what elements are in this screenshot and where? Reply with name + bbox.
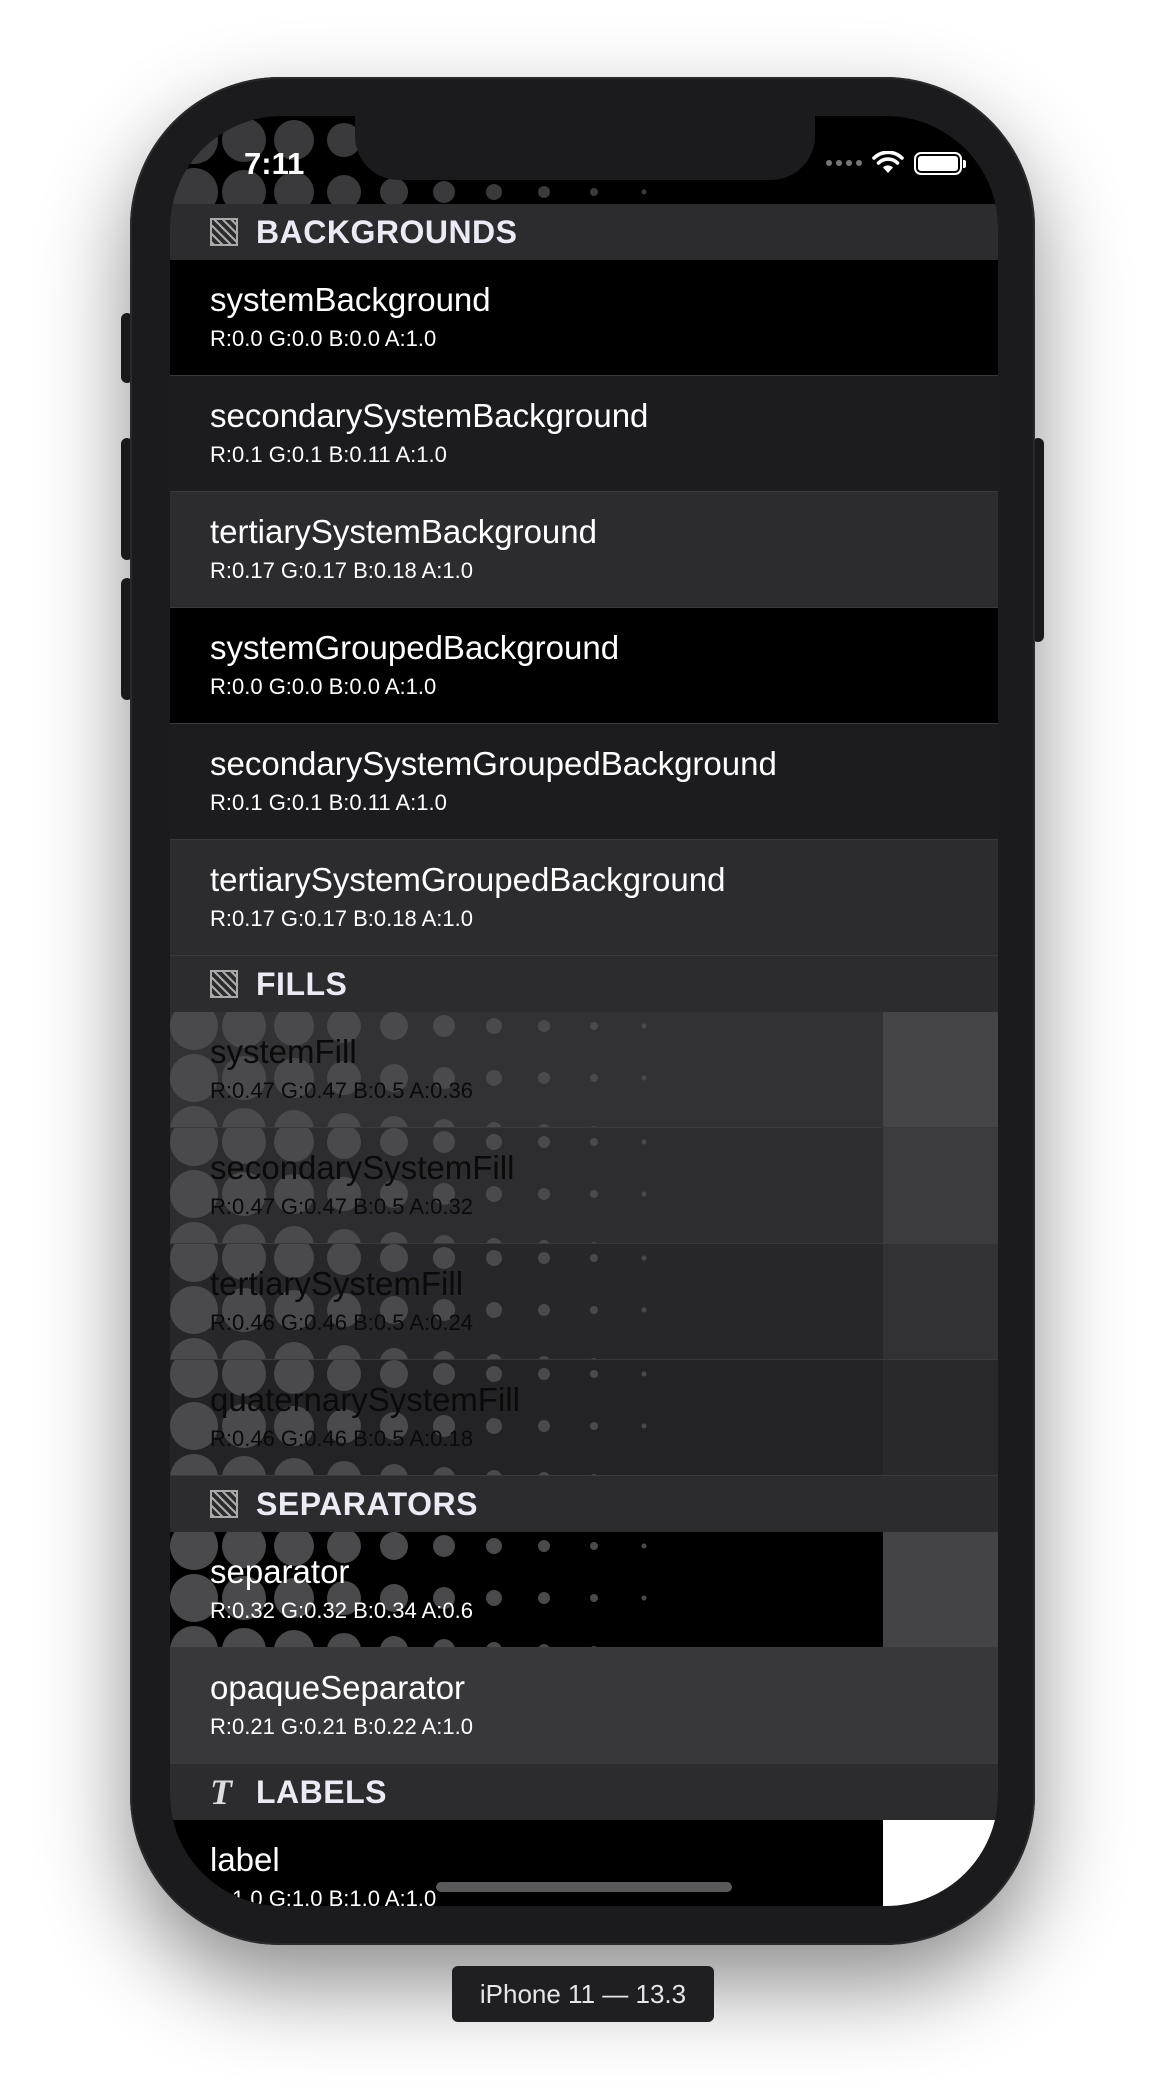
color-name: secondarySystemGroupedBackground xyxy=(210,745,777,782)
color-values: R:0.17 G:0.17 B:0.18 A:1.0 xyxy=(210,906,473,931)
color-list[interactable]: BACKGROUNDS systemBackground R:0.0 G:0.0 B… xyxy=(170,204,998,1906)
color-name: opaqueSeparator xyxy=(210,1669,466,1706)
color-values: R:0.0 G:0.0 B:0.0 A:1.0 xyxy=(210,674,437,699)
section-title: FILLS xyxy=(256,965,348,1002)
hatched-square-icon xyxy=(210,218,238,246)
color-row-secondarySystemFill[interactable]: secondarySystemFill R:0.47 G:0.47 B:0.5 A… xyxy=(170,1128,998,1244)
section-title: LABELS xyxy=(256,1773,387,1810)
notch xyxy=(355,116,815,180)
wifi-icon xyxy=(872,151,904,173)
row-text: systemFill R:0.47 G:0.47 B:0.5 A:0.36 xyxy=(210,1032,473,1104)
row-text: secondarySystemBackground R:0.1 G:0.1 B:0… xyxy=(210,396,648,468)
row-text: quaternarySystemFill R:0.46 G:0.46 B:0.5 … xyxy=(210,1380,520,1452)
color-row-opaqueSeparator[interactable]: opaqueSeparator R:0.21 G:0.21 B:0.22 A:1.… xyxy=(170,1648,998,1764)
color-values: R:0.1 G:0.1 B:0.11 A:1.0 xyxy=(210,790,447,815)
battery-icon xyxy=(914,151,966,175)
italic-t-icon: T xyxy=(210,1772,233,1812)
color-swatch xyxy=(883,1532,998,1647)
color-name: tertiarySystemGroupedBackground xyxy=(210,861,726,898)
row-text: secondarySystemFill R:0.47 G:0.47 B:0.5 A… xyxy=(210,1148,514,1220)
section-header-backgrounds: BACKGROUNDS xyxy=(170,204,998,260)
signal-dots-icon xyxy=(826,160,862,166)
color-values: R:0.21 G:0.21 B:0.22 A:1.0 xyxy=(210,1714,473,1739)
color-row-secondarySystemGroupedBackground[interactable]: secondarySystemGroupedBackground R:0.1 G:… xyxy=(170,724,998,840)
color-values: R:0.17 G:0.17 B:0.18 A:1.0 xyxy=(210,558,473,583)
color-row-systemFill[interactable]: systemFill R:0.47 G:0.47 B:0.5 A:0.36 xyxy=(170,1012,998,1128)
color-row-separator[interactable]: separator R:0.32 G:0.32 B:0.34 A:0.6 xyxy=(170,1532,998,1648)
color-values: R:0.32 G:0.32 B:0.34 A:0.6 xyxy=(210,1598,473,1623)
status-time: 7:11 xyxy=(244,146,305,181)
color-row-tertiarySystemGroupedBackground[interactable]: tertiarySystemGroupedBackground R:0.17 G:… xyxy=(170,840,998,956)
color-swatch xyxy=(883,1128,998,1243)
row-text: systemGroupedBackground R:0.0 G:0.0 B:0.0… xyxy=(210,628,619,700)
section-title: SEPARATORS xyxy=(256,1485,478,1522)
color-name: tertiarySystemFill xyxy=(210,1265,464,1302)
color-values: R:1.0 G:1.0 B:1.0 A:1.0 xyxy=(210,1886,437,1906)
color-row-quaternarySystemFill[interactable]: quaternarySystemFill R:0.46 G:0.46 B:0.5 … xyxy=(170,1360,998,1476)
section-header-fills: FILLS xyxy=(170,956,998,1012)
color-values: R:0.46 G:0.46 B:0.5 A:0.24 xyxy=(210,1310,473,1335)
color-values: R:0.0 G:0.0 B:0.0 A:1.0 xyxy=(210,326,437,351)
color-values: R:0.47 G:0.47 B:0.5 A:0.36 xyxy=(210,1078,473,1103)
color-name: systemBackground xyxy=(210,281,491,318)
section-title: BACKGROUNDS xyxy=(256,213,518,250)
color-row-systemBackground[interactable]: systemBackground R:0.0 G:0.0 B:0.0 A:1.0 xyxy=(170,260,998,376)
color-name: secondarySystemFill xyxy=(210,1149,515,1186)
color-row-tertiarySystemBackground[interactable]: tertiarySystemBackground R:0.17 G:0.17 B:… xyxy=(170,492,998,608)
color-row-label[interactable]: label R:1.0 G:1.0 B:1.0 A:1.0 xyxy=(170,1820,998,1906)
color-name: systemGroupedBackground xyxy=(210,629,620,666)
color-swatch xyxy=(883,1820,998,1906)
section-header-separators: SEPARATORS xyxy=(170,1476,998,1532)
color-name: separator xyxy=(210,1553,350,1590)
color-swatch xyxy=(883,1244,998,1359)
home-indicator[interactable] xyxy=(436,1882,732,1892)
device-screen: 7:11 BACKGROUNDS systemBackground R:0.0 G:… xyxy=(170,116,998,1906)
color-name: label xyxy=(210,1841,280,1878)
color-name: secondarySystemBackground xyxy=(210,397,649,434)
color-name: tertiarySystemBackground xyxy=(210,513,597,550)
color-row-secondarySystemBackground[interactable]: secondarySystemBackground R:0.1 G:0.1 B:0… xyxy=(170,376,998,492)
status-icons xyxy=(826,151,966,175)
color-values: R:0.47 G:0.47 B:0.5 A:0.32 xyxy=(210,1194,473,1219)
row-text: tertiarySystemBackground R:0.17 G:0.17 B:… xyxy=(210,512,597,584)
section-header-labels: T LABELS xyxy=(170,1764,998,1820)
color-row-tertiarySystemFill[interactable]: tertiarySystemFill R:0.46 G:0.46 B:0.5 A:… xyxy=(170,1244,998,1360)
row-text: label R:1.0 G:1.0 B:1.0 A:1.0 xyxy=(210,1840,436,1906)
color-swatch xyxy=(883,1360,998,1475)
row-text: secondarySystemGroupedBackground R:0.1 G:… xyxy=(210,744,777,816)
color-name: systemFill xyxy=(210,1033,357,1070)
device-label: iPhone 11 — 13.3 xyxy=(452,1966,714,2022)
row-text: tertiarySystemGroupedBackground R:0.17 G:… xyxy=(210,860,725,932)
row-text: separator R:0.32 G:0.32 B:0.34 A:0.6 xyxy=(210,1552,473,1624)
hatched-square-icon xyxy=(210,970,238,998)
color-values: R:0.46 G:0.46 B:0.5 A:0.18 xyxy=(210,1426,473,1451)
color-values: R:0.1 G:0.1 B:0.11 A:1.0 xyxy=(210,442,447,467)
row-text: tertiarySystemFill R:0.46 G:0.46 B:0.5 A:… xyxy=(210,1264,473,1336)
color-name: quaternarySystemFill xyxy=(210,1381,520,1418)
color-swatch xyxy=(883,1012,998,1127)
hatched-square-icon xyxy=(210,1490,238,1518)
row-text: opaqueSeparator R:0.21 G:0.21 B:0.22 A:1.… xyxy=(210,1668,473,1740)
row-text: systemBackground R:0.0 G:0.0 B:0.0 A:1.0 xyxy=(210,280,491,352)
color-row-systemGroupedBackground[interactable]: systemGroupedBackground R:0.0 G:0.0 B:0.0… xyxy=(170,608,998,724)
